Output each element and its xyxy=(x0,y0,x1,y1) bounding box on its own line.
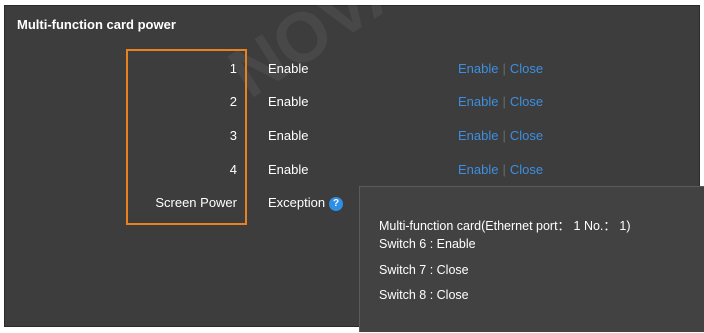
row-status-3: Enable xyxy=(268,128,309,143)
question-mark-icon[interactable]: ? xyxy=(329,196,344,211)
row-actions-1: Enable | Close xyxy=(458,61,543,76)
tooltip-line: Switch 8 : Close xyxy=(379,288,469,302)
close-link-2[interactable]: Close xyxy=(510,94,543,109)
row-status-1: Enable xyxy=(268,61,309,76)
exception-tooltip: Multi-function card(Ethernet port： 1 No.… xyxy=(359,186,704,332)
tooltip-line: Switch 6 : Enable xyxy=(379,237,476,251)
multi-function-card-power-panel: NOVASTAR TECH Multi-function card power … xyxy=(4,0,704,332)
enable-link-3[interactable]: Enable xyxy=(458,128,498,143)
row-label-3: 3 xyxy=(229,128,237,143)
separator: | xyxy=(502,61,506,76)
enable-link-2[interactable]: Enable xyxy=(458,94,498,109)
row-actions-2: Enable | Close xyxy=(458,94,543,109)
separator: | xyxy=(502,94,506,109)
separator: | xyxy=(502,162,506,177)
row-actions-4: Enable | Close xyxy=(458,162,543,177)
screen-power-label: Screen Power xyxy=(155,195,237,210)
close-link-1[interactable]: Close xyxy=(510,61,543,76)
separator: | xyxy=(502,128,506,143)
row-label-1: 1 xyxy=(229,61,237,76)
panel-title: Multi-function card power xyxy=(17,17,176,32)
row-actions-3: Enable | Close xyxy=(458,128,543,143)
close-link-3[interactable]: Close xyxy=(510,128,543,143)
screen-power-status-text: Exception xyxy=(268,195,326,210)
enable-link-4[interactable]: Enable xyxy=(458,162,498,177)
screen-power-status: Exception? xyxy=(268,195,344,211)
tooltip-line: Multi-function card(Ethernet port： 1 No.… xyxy=(379,219,631,233)
enable-link-1[interactable]: Enable xyxy=(458,61,498,76)
row-status-2: Enable xyxy=(268,94,309,109)
row-label-4: 4 xyxy=(229,162,237,177)
row-status-4: Enable xyxy=(268,162,309,177)
tooltip-line: Switch 7 : Close xyxy=(379,263,469,277)
row-label-2: 2 xyxy=(229,94,237,109)
close-link-4[interactable]: Close xyxy=(510,162,543,177)
